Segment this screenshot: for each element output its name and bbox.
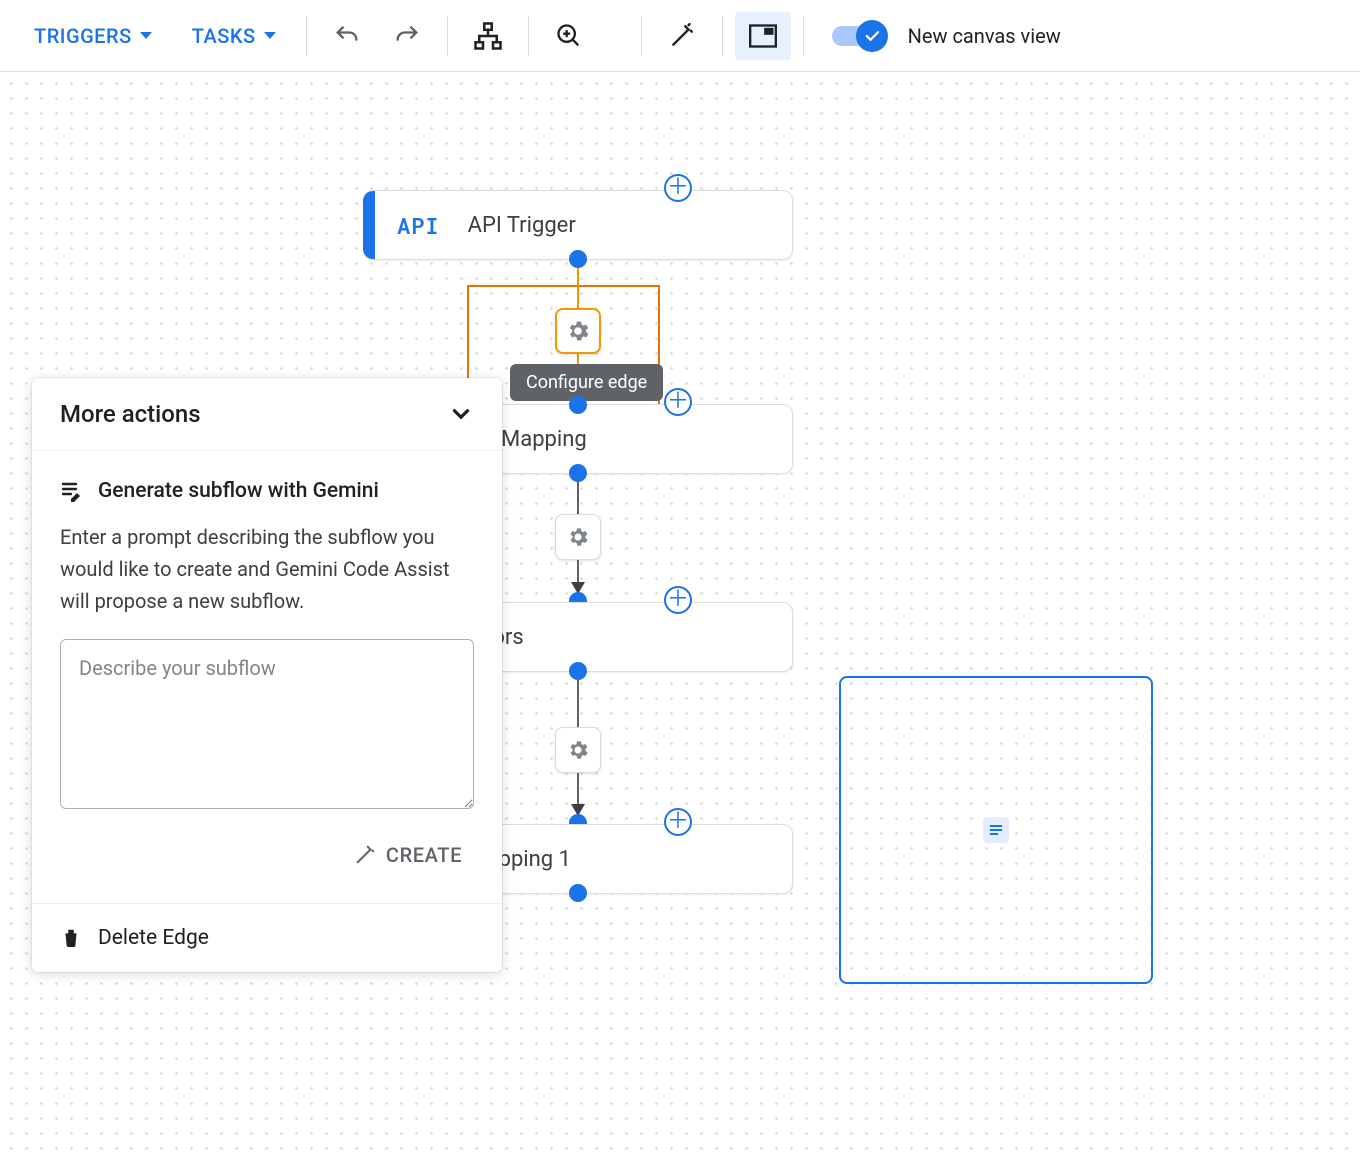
- create-button[interactable]: CREATE: [342, 835, 474, 875]
- triggers-dropdown[interactable]: TRIGGERS: [16, 12, 170, 60]
- tasks-dropdown[interactable]: TASKS: [174, 12, 294, 60]
- more-actions-panel: More actions Generate subflow with Gemin…: [32, 378, 502, 972]
- zoom-button[interactable]: [541, 12, 597, 60]
- panel-title: More actions: [60, 400, 201, 428]
- configure-edge-button[interactable]: [555, 727, 601, 773]
- gear-icon: [566, 525, 590, 549]
- gemini-section-title: Generate subflow with Gemini: [60, 479, 474, 503]
- zoom-in-icon: [555, 22, 583, 50]
- undo-button[interactable]: [319, 12, 375, 60]
- node-port-out[interactable]: [569, 662, 587, 680]
- chevron-down-icon: [448, 401, 474, 427]
- node-port-out[interactable]: [569, 250, 587, 268]
- toggle-knob: [856, 20, 888, 52]
- api-icon: API: [397, 211, 440, 240]
- list-icon: [988, 822, 1004, 838]
- toolbar-separator: [722, 16, 723, 56]
- node-label: API Trigger: [468, 213, 576, 238]
- chevron-down-icon: [140, 32, 152, 39]
- edit-note-icon: [60, 479, 84, 503]
- layout-button[interactable]: [460, 12, 516, 60]
- node-port-in[interactable]: [569, 396, 587, 414]
- gemini-title: Generate subflow with Gemini: [98, 479, 379, 503]
- panel-body: Generate subflow with Gemini Enter a pro…: [32, 451, 502, 903]
- add-node-button[interactable]: ＋: [664, 388, 692, 416]
- toolbar-separator: [803, 16, 804, 56]
- panel-header-toggle[interactable]: More actions: [32, 378, 502, 451]
- selection-box[interactable]: [839, 676, 1153, 984]
- gear-icon: [566, 738, 590, 762]
- node-port-out[interactable]: [569, 884, 587, 902]
- configure-edge-tooltip: Configure edge: [510, 364, 663, 401]
- magic-wand-button[interactable]: [654, 12, 710, 60]
- toolbar: TRIGGERS TASKS: [0, 0, 1360, 72]
- chevron-down-icon: [264, 32, 276, 39]
- redo-button[interactable]: [379, 12, 435, 60]
- delete-edge-label: Delete Edge: [98, 926, 209, 950]
- tasks-label: TASKS: [192, 24, 256, 48]
- subflow-prompt-input[interactable]: [60, 639, 474, 809]
- canvas-view-toggle[interactable]: [832, 26, 884, 46]
- magic-wand-icon: [354, 844, 376, 866]
- undo-icon: [333, 22, 361, 50]
- magic-wand-icon: [669, 23, 695, 49]
- node-port-out[interactable]: [569, 464, 587, 482]
- add-node-button[interactable]: ＋: [664, 586, 692, 614]
- configure-edge-button[interactable]: [555, 514, 601, 560]
- redo-icon: [393, 22, 421, 50]
- add-node-button[interactable]: ＋: [664, 174, 692, 202]
- add-node-button[interactable]: ＋: [664, 808, 692, 836]
- gemini-description: Enter a prompt describing the subflow yo…: [60, 521, 474, 617]
- toolbar-separator: [641, 16, 642, 56]
- minimap-toggle-button[interactable]: [735, 12, 791, 60]
- zoom-dropdown[interactable]: [601, 12, 629, 60]
- sitemap-icon: [473, 21, 503, 51]
- gear-icon: [565, 318, 591, 344]
- configure-edge-button[interactable]: [555, 308, 601, 354]
- check-icon: [863, 27, 881, 45]
- toolbar-separator: [306, 16, 307, 56]
- minimap-icon: [749, 23, 777, 49]
- toggle-label: New canvas view: [908, 24, 1061, 48]
- create-label: CREATE: [386, 843, 462, 867]
- toolbar-separator: [447, 16, 448, 56]
- toolbar-separator: [528, 16, 529, 56]
- node-api-trigger[interactable]: API API Trigger: [363, 190, 793, 260]
- trash-icon: [60, 926, 82, 950]
- selection-handle[interactable]: [983, 817, 1009, 843]
- delete-edge-button[interactable]: Delete Edge: [32, 903, 502, 972]
- triggers-label: TRIGGERS: [34, 24, 132, 48]
